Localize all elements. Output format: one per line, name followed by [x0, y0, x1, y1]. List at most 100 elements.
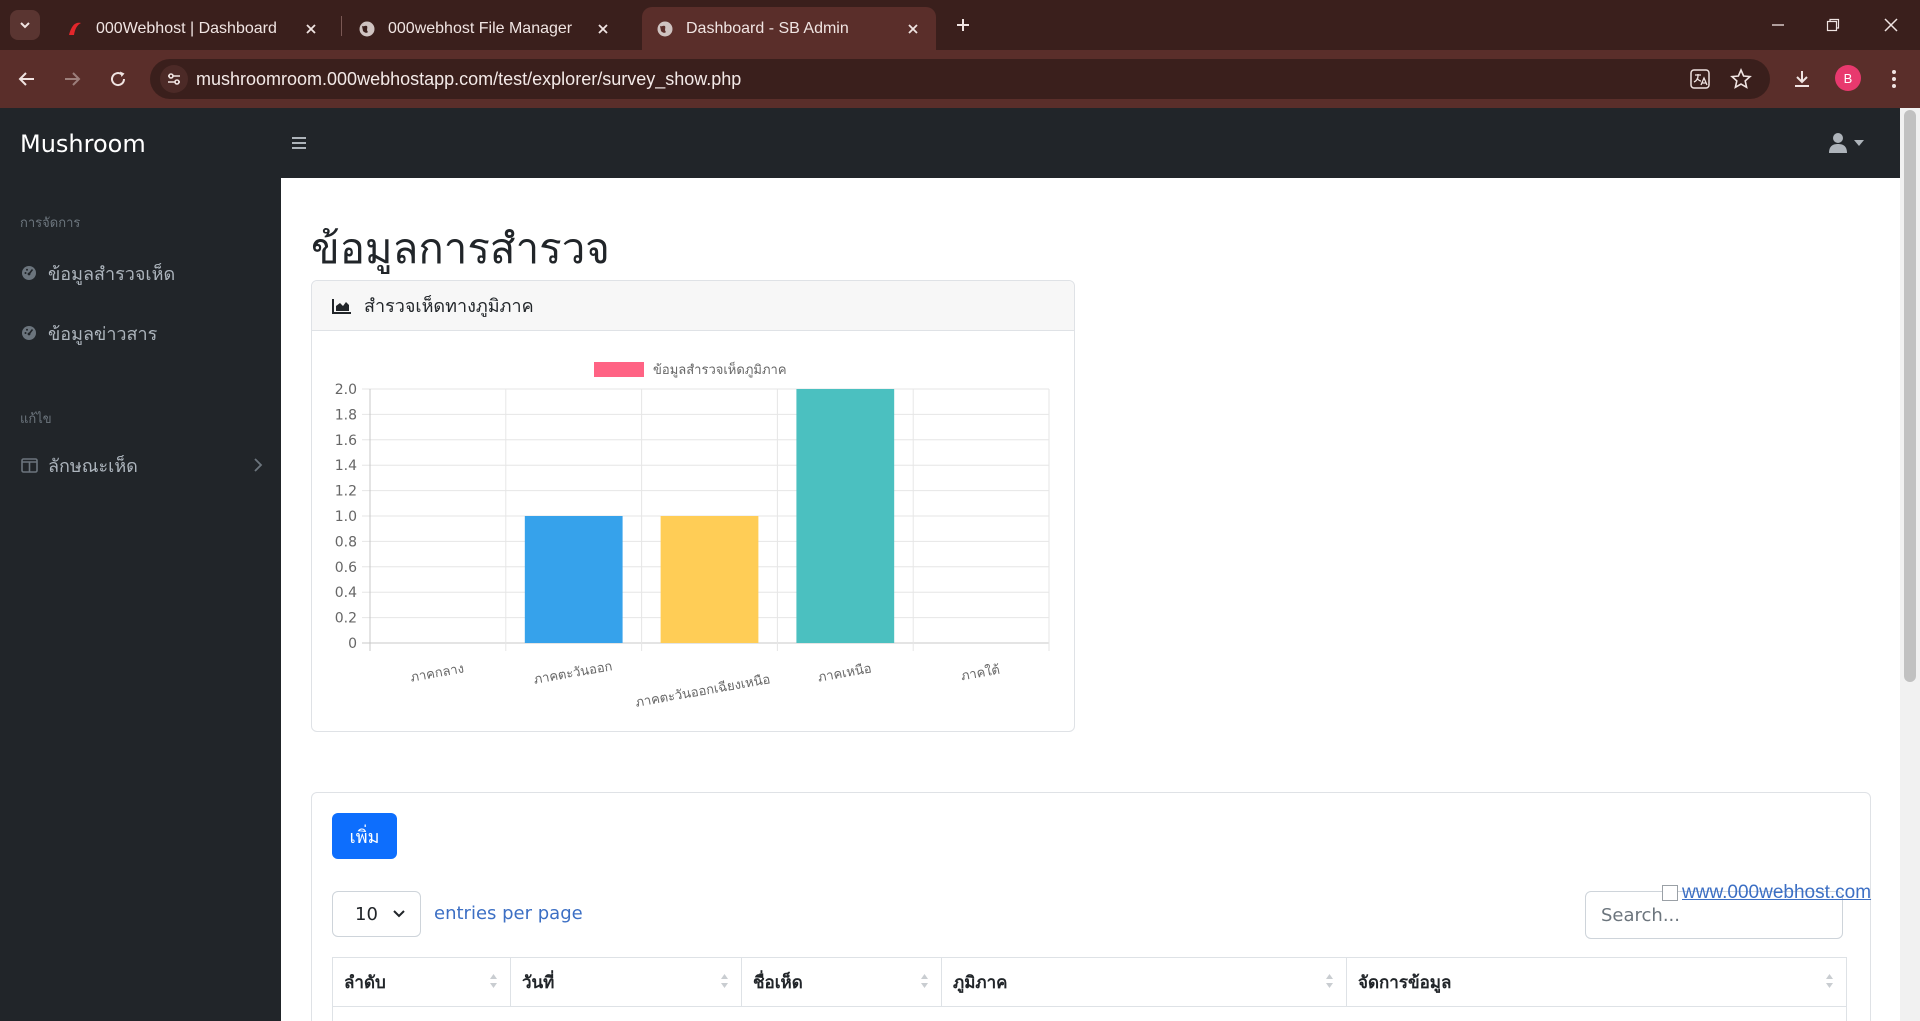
browser-tab-strip: 000Webhost | Dashboard 000webhost File M… [0, 0, 1920, 50]
tachometer-icon [20, 264, 38, 282]
arrow-right-icon [65, 72, 81, 86]
y-tick-label: 1.6 [335, 433, 357, 449]
restore-icon [1826, 18, 1840, 32]
minimize-icon [1772, 24, 1784, 26]
close-icon[interactable] [594, 20, 612, 38]
reload-button[interactable] [103, 64, 133, 94]
x-tick-label: ภาคตะวันออกเฉียงเหนือ [634, 671, 771, 710]
sort-icon [1326, 974, 1333, 988]
x-tick-label: ภาคเหนือ [816, 660, 872, 685]
column-header-date[interactable]: วันที่ [511, 958, 742, 1006]
web-page: Mushroom การจัดการ ข้อมูลสำรวจเห็ด ข้อมู… [0, 108, 1920, 1021]
sidebar-heading-manage: การจัดการ [20, 216, 81, 231]
webhost-logo-icon [66, 20, 84, 38]
scrollbar-thumb[interactable] [1904, 110, 1916, 682]
site-info-button[interactable] [160, 65, 188, 93]
entries-per-page-select[interactable]: 10 [332, 891, 421, 937]
chevron-right-icon [253, 457, 263, 478]
main-content: ข้อมูลการสำรวจ สำรวจเห็ดทางภูมิภาค ข้อมู… [281, 178, 1900, 1021]
table-row [332, 1007, 1847, 1021]
column-header-label: จัดการข้อมูล [1358, 972, 1452, 993]
user-dropdown[interactable] [1828, 130, 1872, 156]
sidebar-toggle-button[interactable] [288, 132, 310, 154]
new-tab-button[interactable] [949, 11, 977, 39]
tab-title: Dashboard - SB Admin [686, 19, 849, 37]
sort-icon [921, 974, 928, 988]
y-tick-label: 0.2 [335, 611, 357, 627]
close-window-button[interactable] [1876, 10, 1906, 40]
tab-sb-admin[interactable]: Dashboard - SB Admin [642, 7, 936, 50]
reload-icon [111, 71, 126, 87]
bar-2 [660, 516, 759, 643]
column-header-label: วันที่ [522, 972, 555, 993]
bar-3 [796, 389, 895, 643]
arrow-left-icon [18, 72, 34, 86]
globe-icon [358, 20, 376, 38]
column-header-region[interactable]: ภูมิภาค [942, 958, 1347, 1006]
brand-logo[interactable]: Mushroom [20, 130, 146, 158]
omnibox[interactable]: mushroomroom.000webhostapp.com/test/expl… [150, 59, 1770, 99]
sidebar-item-label: ลักษณะเห็ด [48, 455, 138, 477]
top-navbar: Mushroom [0, 108, 1900, 178]
y-tick-label: 1.0 [335, 509, 357, 525]
tab-title: 000Webhost | Dashboard [96, 19, 277, 37]
y-tick-label: 0 [348, 636, 357, 652]
close-icon [1884, 18, 1898, 32]
y-tick-label: 1.4 [335, 458, 357, 474]
sidebar-item-label: ข้อมูลสำรวจเห็ด [48, 263, 176, 285]
columns-icon [20, 456, 38, 474]
add-button[interactable]: เพิ่ม [332, 813, 397, 859]
area-chart-icon [332, 298, 352, 314]
y-tick-label: 0.6 [335, 560, 357, 576]
sidebar-item-survey-data[interactable]: ข้อมูลสำรวจเห็ด [20, 258, 265, 288]
sidebar-item-mushroom-traits[interactable]: ลักษณะเห็ด [20, 450, 265, 480]
webhost-badge-text: www.000webhost.com [1682, 882, 1872, 903]
translate-icon[interactable] [1688, 67, 1712, 91]
column-header-manage[interactable]: จัดการข้อมูล [1347, 958, 1846, 1006]
tab-file-manager[interactable]: 000webhost File Manager [344, 7, 626, 50]
globe-icon [656, 20, 674, 38]
webhost-badge-link[interactable]: www.000webhost.com [1662, 882, 1871, 904]
browser-menu-button[interactable] [1879, 64, 1909, 94]
sort-icon [1826, 974, 1833, 988]
survey-table-card: เพิ่ม 10 entries per page ลำดับ วันที่ [311, 792, 1871, 1021]
tab-separator [341, 16, 342, 36]
close-icon[interactable] [904, 20, 922, 38]
page-scrollbar[interactable] [1900, 108, 1920, 1021]
column-header-mushroom-name[interactable]: ชื่อเห็ด [742, 958, 942, 1006]
tab-webhost-dashboard[interactable]: 000Webhost | Dashboard [52, 7, 334, 50]
x-tick-label: ภาคใต้ [960, 662, 1002, 685]
y-tick-label: 1.2 [335, 484, 357, 500]
star-icon[interactable] [1729, 67, 1753, 91]
sidebar-heading-edit: แก้ไข [20, 412, 52, 427]
sort-icon [490, 974, 497, 988]
chart-card-title: สำรวจเห็ดทางภูมิภาค [364, 296, 534, 317]
sidebar: การจัดการ ข้อมูลสำรวจเห็ด ข้อมูลข่าวสาร … [0, 178, 281, 1021]
y-tick-label: 0.8 [335, 534, 357, 550]
url-text[interactable]: mushroomroom.000webhostapp.com/test/expl… [196, 69, 741, 90]
address-toolbar: mushroomroom.000webhostapp.com/test/expl… [0, 50, 1920, 108]
chart-card: สำรวจเห็ดทางภูมิภาค ข้อมูลสำรวจเห็ดภูมิภ… [311, 280, 1075, 732]
profile-avatar[interactable]: B [1835, 65, 1861, 91]
tachometer-icon [20, 324, 38, 342]
page-title: ข้อมูลการสำรวจ [311, 224, 610, 273]
column-header-label: ชื่อเห็ด [753, 972, 803, 993]
sort-icon [721, 974, 728, 988]
restore-button[interactable] [1818, 10, 1848, 40]
broken-image-icon [1662, 885, 1678, 901]
hamburger-icon [292, 137, 306, 149]
minimize-button[interactable] [1763, 10, 1793, 40]
downloads-button[interactable] [1787, 64, 1817, 94]
back-button[interactable] [12, 64, 42, 94]
bar-1 [524, 516, 623, 643]
legend-swatch [594, 362, 644, 377]
tab-search-button[interactable] [10, 10, 40, 40]
sidebar-item-label: ข้อมูลข่าวสาร [48, 323, 158, 345]
forward-button[interactable] [57, 64, 87, 94]
close-icon[interactable] [302, 20, 320, 38]
legend-label: ข้อมูลสำรวจเห็ดภูมิภาค [653, 360, 787, 378]
y-tick-label: 1.8 [335, 407, 357, 423]
caret-down-icon [1854, 140, 1864, 146]
sidebar-item-news[interactable]: ข้อมูลข่าวสาร [20, 318, 265, 348]
column-header-index[interactable]: ลำดับ [333, 958, 511, 1006]
